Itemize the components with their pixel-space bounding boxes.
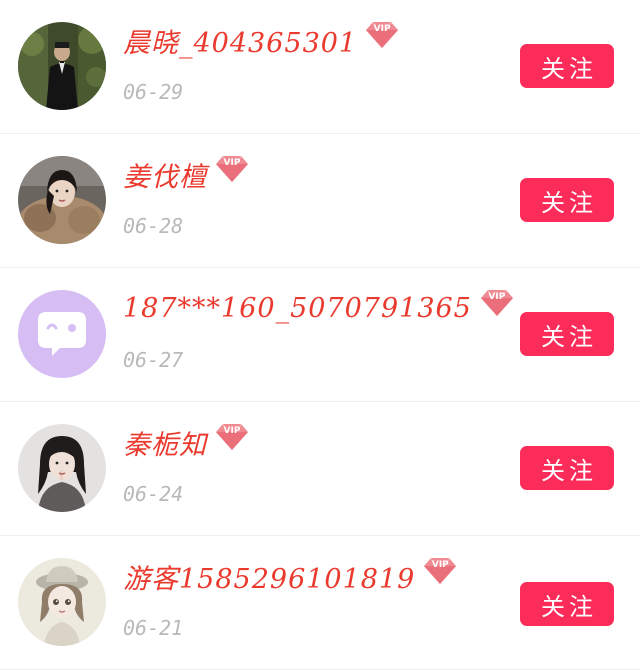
follow-button[interactable]: 关注	[520, 178, 614, 222]
vip-badge: VIP	[421, 556, 459, 586]
name-line: 秦栀知 VIP	[123, 422, 251, 462]
avatar[interactable]	[18, 558, 106, 646]
follow-button[interactable]: 关注	[520, 582, 614, 626]
user-name[interactable]: 晨晓_404365301	[123, 21, 357, 60]
follow-list: 晨晓_404365301 VIP 06-29 关注 姜伐檀 VIP 06-28 …	[0, 0, 640, 670]
default-chat-bubble-avatar-icon	[18, 290, 106, 378]
follow-date: 06-28	[123, 214, 184, 238]
follow-date: 06-27	[123, 348, 184, 372]
photo-woman-in-fur-icon	[18, 156, 106, 244]
avatar[interactable]	[18, 22, 106, 110]
vip-label: VIP	[431, 560, 449, 570]
vip-label: VIP	[488, 292, 506, 302]
sketch-girl-with-hat-icon	[18, 558, 106, 646]
follow-date: 06-29	[123, 80, 184, 104]
user-name[interactable]: 187***160_5070791365	[123, 293, 472, 324]
list-item[interactable]: 姜伐檀 VIP 06-28 关注	[0, 134, 640, 268]
follow-button[interactable]: 关注	[520, 44, 614, 88]
vip-badge: VIP	[213, 422, 251, 452]
vip-badge: VIP	[213, 154, 251, 184]
vip-badge: VIP	[478, 288, 516, 318]
name-line: 晨晓_404365301 VIP	[123, 20, 401, 60]
user-name[interactable]: 姜伐檀	[123, 155, 207, 194]
name-line: 187***160_5070791365 VIP	[123, 288, 516, 328]
name-line: 姜伐檀 VIP	[123, 154, 251, 194]
avatar[interactable]	[18, 424, 106, 512]
avatar[interactable]	[18, 156, 106, 244]
vip-label: VIP	[223, 426, 241, 436]
follow-button[interactable]: 关注	[520, 312, 614, 356]
follow-date: 06-24	[123, 482, 184, 506]
user-name[interactable]: 秦栀知	[123, 423, 207, 462]
list-item[interactable]: 187***160_5070791365 VIP 06-27 关注	[0, 268, 640, 402]
name-line: 游客1585296101819 VIP	[123, 556, 459, 596]
follow-date: 06-21	[123, 616, 184, 640]
follow-button[interactable]: 关注	[520, 446, 614, 490]
list-item[interactable]: 晨晓_404365301 VIP 06-29 关注	[0, 0, 640, 134]
vip-label: VIP	[223, 158, 241, 168]
list-item[interactable]: 游客1585296101819 VIP 06-21 关注	[0, 536, 640, 670]
vip-badge: VIP	[363, 20, 401, 50]
avatar[interactable]	[18, 290, 106, 378]
vip-label: VIP	[373, 24, 391, 34]
user-name[interactable]: 游客1585296101819	[123, 557, 415, 596]
photo-man-in-suit-icon	[18, 22, 106, 110]
photo-girl-icon	[18, 424, 106, 512]
list-item[interactable]: 秦栀知 VIP 06-24 关注	[0, 402, 640, 536]
